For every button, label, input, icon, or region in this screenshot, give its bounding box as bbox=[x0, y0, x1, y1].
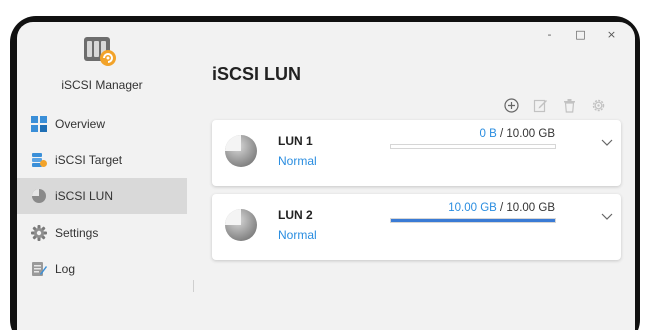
sidebar-item-iscsi-target[interactable]: iSCSI Target bbox=[17, 142, 187, 178]
toolbar bbox=[502, 97, 608, 118]
gear-icon bbox=[31, 225, 47, 241]
add-icon bbox=[504, 97, 519, 118]
lun-total: 10.00 GB bbox=[506, 202, 555, 214]
close-button[interactable]: × bbox=[596, 26, 627, 42]
page-title: iSCSI LUN bbox=[212, 64, 302, 84]
lun-name: LUN 1 bbox=[278, 134, 313, 148]
maximize-button[interactable]: □ bbox=[565, 26, 596, 42]
usage-bar-fill bbox=[391, 219, 555, 222]
settings-icon bbox=[591, 98, 606, 118]
lun-total: 10.00 GB bbox=[506, 128, 555, 140]
chevron-down-icon[interactable] bbox=[601, 134, 613, 146]
lun-status: Normal bbox=[278, 154, 317, 168]
lun-capacity: 0 B / 10.00 GB bbox=[390, 128, 555, 140]
log-icon bbox=[31, 261, 47, 277]
sidebar-item-settings[interactable]: Settings bbox=[17, 215, 187, 251]
overview-icon bbox=[31, 116, 47, 132]
lun-name: LUN 2 bbox=[278, 208, 313, 222]
lun-used: 10.00 GB bbox=[448, 202, 497, 214]
sidebar: iSCSI Manager Overview iSCSI Target iSCS… bbox=[17, 22, 187, 330]
chevron-down-icon[interactable] bbox=[601, 208, 613, 220]
target-icon bbox=[31, 152, 47, 168]
sidebar-item-label: iSCSI LUN bbox=[55, 189, 114, 203]
edit-button[interactable] bbox=[531, 98, 550, 117]
add-button[interactable] bbox=[502, 97, 521, 118]
lun-status: Normal bbox=[278, 228, 317, 242]
app-name: iSCSI Manager bbox=[61, 78, 143, 92]
capacity-separator: / bbox=[496, 202, 507, 214]
lun-card[interactable]: LUN 1 Normal 0 B / 10.00 GB bbox=[212, 120, 621, 186]
lun-icon bbox=[31, 188, 47, 204]
sidebar-item-label: Log bbox=[55, 262, 76, 276]
sidebar-scrollbar[interactable] bbox=[193, 280, 194, 292]
capacity-separator: / bbox=[496, 128, 507, 140]
lun-pie-icon bbox=[224, 134, 258, 168]
usage-bar bbox=[390, 218, 556, 223]
lun-settings-button[interactable] bbox=[589, 98, 608, 117]
sidebar-item-iscsi-lun[interactable]: iSCSI LUN bbox=[17, 178, 187, 214]
edit-icon bbox=[533, 98, 548, 118]
minimize-button[interactable]: - bbox=[534, 26, 565, 42]
lun-used: 0 B bbox=[479, 128, 497, 140]
delete-button[interactable] bbox=[560, 98, 579, 117]
window-controls: - □ × bbox=[534, 26, 627, 42]
app-window: - □ × iSCSI Manager Overview iSCSI Targe… bbox=[17, 22, 635, 330]
delete-icon bbox=[562, 98, 577, 118]
sidebar-item-log[interactable]: Log bbox=[17, 251, 187, 287]
iscsi-manager-logo-icon bbox=[83, 36, 117, 68]
sidebar-item-label: Settings bbox=[55, 226, 99, 240]
lun-card[interactable]: LUN 2 Normal 10.00 GB / 10.00 GB bbox=[212, 194, 621, 260]
lun-capacity: 10.00 GB / 10.00 GB bbox=[390, 202, 555, 214]
usage-bar bbox=[390, 144, 556, 149]
sidebar-item-overview[interactable]: Overview bbox=[17, 106, 187, 142]
sidebar-item-label: Overview bbox=[55, 117, 106, 131]
sidebar-item-label: iSCSI Target bbox=[55, 153, 123, 167]
lun-pie-icon bbox=[224, 208, 258, 242]
